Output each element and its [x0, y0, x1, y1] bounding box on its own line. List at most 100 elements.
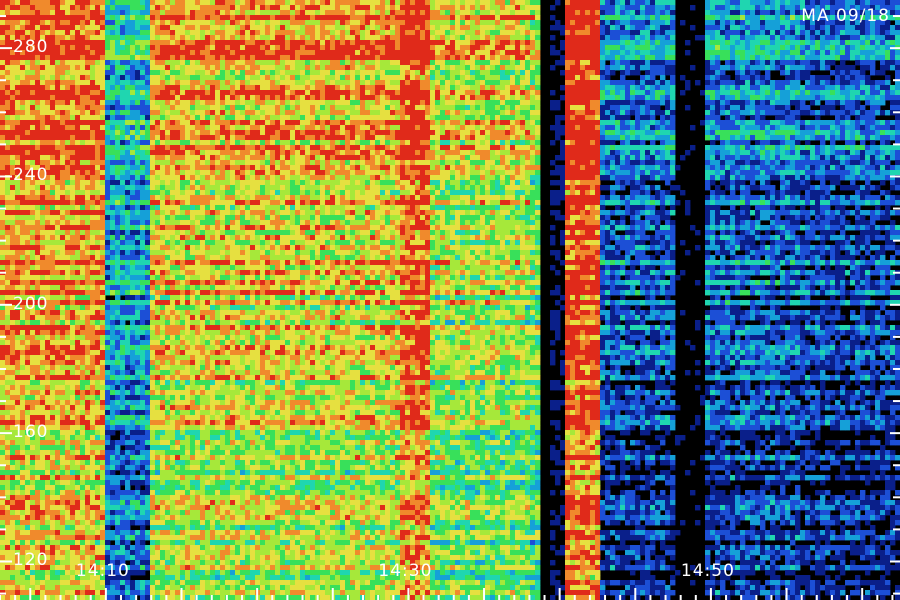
heatmap-cell — [80, 515, 86, 521]
heatmap-cell — [135, 450, 141, 456]
heatmap-cell — [80, 520, 86, 526]
heatmap-cell — [95, 240, 101, 246]
heatmap-cell — [80, 450, 86, 456]
heatmap-cell — [35, 485, 41, 491]
heatmap-cell — [55, 360, 61, 366]
heatmap-cell — [85, 490, 91, 496]
heatmap-cell — [15, 10, 21, 16]
heatmap-cell — [40, 485, 46, 491]
heatmap-cell — [190, 265, 196, 271]
heatmap-cell — [190, 200, 196, 206]
heatmap-cell — [60, 25, 66, 31]
heatmap-cell — [205, 85, 211, 91]
heatmap-cell — [185, 535, 191, 541]
heatmap-cell — [85, 10, 91, 16]
heatmap-cell — [95, 415, 101, 421]
heatmap-cell — [15, 5, 21, 11]
heatmap-cell — [80, 40, 86, 46]
heatmap-cell — [10, 10, 16, 16]
heatmap-cell — [10, 185, 16, 191]
heatmap-cell — [20, 345, 26, 351]
heatmap-cell — [170, 285, 176, 291]
heatmap-cell — [100, 535, 106, 541]
heatmap-cell — [0, 115, 6, 121]
heatmap-cell — [200, 585, 206, 591]
heatmap-cell — [10, 20, 16, 26]
heatmap-cell — [200, 180, 206, 186]
heatmap-cell — [40, 405, 46, 411]
heatmap-cell — [35, 350, 41, 356]
heatmap-cell — [145, 535, 151, 541]
heatmap-cell — [130, 25, 136, 31]
heatmap-cell — [195, 95, 201, 101]
heatmap-cell — [165, 260, 171, 266]
heatmap-cell — [185, 540, 191, 546]
heatmap-cell — [60, 380, 66, 386]
heatmap-cell — [110, 265, 116, 271]
heatmap-cell — [185, 65, 191, 71]
heatmap-cell — [175, 500, 181, 506]
heatmap-cell — [20, 465, 26, 471]
heatmap-cell — [75, 270, 81, 276]
heatmap-cell — [75, 205, 81, 211]
heatmap-cell — [145, 25, 151, 31]
heatmap-cell — [60, 275, 66, 281]
heatmap-cell — [145, 515, 151, 521]
heatmap-cell — [170, 95, 176, 101]
heatmap-cell — [60, 220, 66, 226]
heatmap-cell — [110, 125, 116, 131]
heatmap-cell — [160, 415, 166, 421]
heatmap-cell — [55, 240, 61, 246]
heatmap-cell — [200, 520, 206, 526]
heatmap-cell — [200, 395, 206, 401]
heatmap-cell — [150, 320, 156, 326]
heatmap-cell — [65, 125, 71, 131]
heatmap-cell — [35, 120, 41, 126]
heatmap-cell — [120, 160, 126, 166]
heatmap-cell — [75, 0, 81, 6]
heatmap-cell — [105, 495, 111, 501]
heatmap-cell — [65, 475, 71, 481]
heatmap-cell — [175, 95, 181, 101]
heatmap-cell — [190, 435, 196, 441]
heatmap-cell — [145, 300, 151, 306]
heatmap-cell — [40, 20, 46, 26]
heatmap-cell — [45, 475, 51, 481]
heatmap-cell — [85, 475, 91, 481]
heatmap-cell — [15, 515, 21, 521]
heatmap-cell — [70, 360, 76, 366]
heatmap-cell — [90, 280, 96, 286]
heatmap-cell — [110, 470, 116, 476]
heatmap-cell — [90, 180, 96, 186]
heatmap-cell — [190, 125, 196, 131]
heatmap-cell — [115, 530, 121, 536]
heatmap-cell — [90, 210, 96, 216]
heatmap-cell — [65, 390, 71, 396]
heatmap-cell — [135, 125, 141, 131]
heatmap-cell — [150, 425, 156, 431]
heatmap-cell — [100, 305, 106, 311]
heatmap-cell — [25, 140, 31, 146]
heatmap-cell — [125, 0, 131, 6]
heatmap-cell — [150, 210, 156, 216]
heatmap-cell — [165, 25, 171, 31]
heatmap-cell — [190, 90, 196, 96]
heatmap-cell — [55, 235, 61, 241]
heatmap-cell — [145, 500, 151, 506]
heatmap-cell — [115, 35, 121, 41]
heatmap-cell — [95, 315, 101, 321]
heatmap-cell — [100, 330, 106, 336]
heatmap-cell — [0, 450, 6, 456]
heatmap-cell — [160, 215, 166, 221]
heatmap-cell — [95, 60, 101, 66]
heatmap-cell — [60, 165, 66, 171]
heatmap-cell — [80, 245, 86, 251]
heatmap-cell — [120, 585, 126, 591]
heatmap-cell — [110, 465, 116, 471]
heatmap-cell — [60, 200, 66, 206]
heatmap-cell — [130, 75, 136, 81]
heatmap-cell — [10, 500, 16, 506]
heatmap-cell — [175, 470, 181, 476]
heatmap-cell — [135, 430, 141, 436]
heatmap-cell — [35, 470, 41, 476]
